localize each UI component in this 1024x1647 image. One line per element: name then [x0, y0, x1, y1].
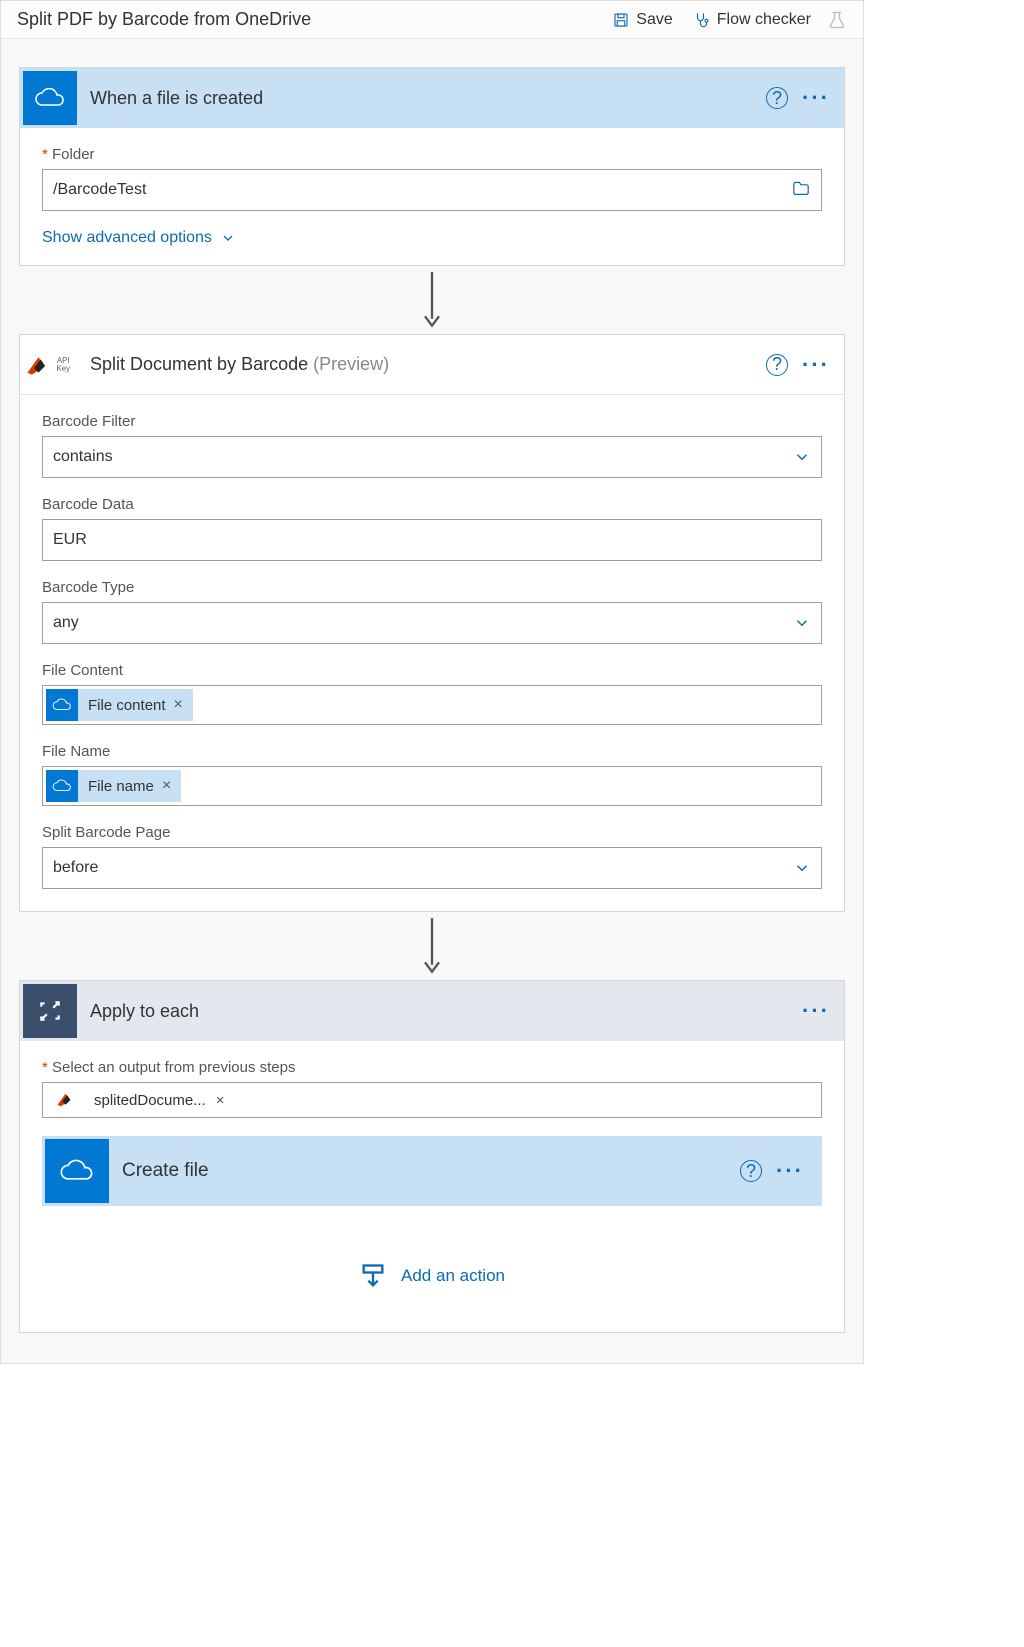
- test-icon[interactable]: [827, 10, 847, 30]
- folder-input[interactable]: /BarcodeTest: [42, 169, 822, 211]
- split-page-label: Split Barcode Page: [42, 824, 822, 841]
- connector-arrow: [19, 266, 845, 334]
- folder-label: * Folder: [42, 146, 822, 163]
- add-action-icon: [359, 1262, 387, 1290]
- barcode-filter-label: Barcode Filter: [42, 413, 822, 430]
- folder-picker-icon[interactable]: [791, 180, 811, 201]
- help-icon[interactable]: ?: [766, 87, 788, 109]
- api-key-icon: [50, 1086, 78, 1114]
- select-output-input[interactable]: splitedDocume... ×: [42, 1082, 822, 1118]
- trigger-header[interactable]: When a file is created ? ···: [20, 68, 844, 128]
- help-icon[interactable]: ?: [740, 1160, 762, 1182]
- preview-tag: (Preview): [313, 354, 389, 374]
- barcode-data-label: Barcode Data: [42, 496, 822, 513]
- remove-token-icon[interactable]: ×: [216, 1092, 225, 1109]
- action-split-barcode: API Key Split Document by Barcode (Previ…: [19, 334, 845, 912]
- more-icon[interactable]: ···: [802, 85, 830, 111]
- file-content-input[interactable]: File content ×: [42, 685, 822, 725]
- foreach-header[interactable]: Apply to each ···: [20, 981, 844, 1041]
- chevron-down-icon: [220, 230, 236, 246]
- splited-document-token[interactable]: splitedDocume... ×: [46, 1086, 224, 1114]
- more-icon[interactable]: ···: [776, 1158, 804, 1184]
- flow-checker-button[interactable]: Flow checker: [693, 11, 811, 29]
- chevron-down-icon: [793, 448, 811, 466]
- create-file-title: Create file: [122, 1160, 740, 1182]
- action1-body: Barcode Filter contains Barcode Data EUR…: [20, 395, 844, 911]
- create-file-header[interactable]: Create file ? ···: [42, 1136, 822, 1206]
- onedrive-icon: [46, 689, 78, 721]
- topbar: Split PDF by Barcode from OneDrive Save …: [1, 1, 863, 39]
- file-name-token[interactable]: File name ×: [78, 770, 181, 802]
- apply-to-each-card: Apply to each ··· * Select an output fro…: [19, 980, 845, 1333]
- save-button[interactable]: Save: [612, 11, 672, 29]
- select-output-label: * Select an output from previous steps: [42, 1059, 822, 1076]
- file-name-label: File Name: [42, 743, 822, 760]
- folder-value: /BarcodeTest: [53, 181, 146, 199]
- file-name-input[interactable]: File name ×: [42, 766, 822, 806]
- foreach-title: Apply to each: [90, 1001, 802, 1022]
- canvas: When a file is created ? ··· * Folder /B…: [1, 39, 863, 1363]
- remove-token-icon[interactable]: ×: [162, 777, 171, 795]
- trigger-card: When a file is created ? ··· * Folder /B…: [19, 67, 845, 266]
- chevron-down-icon: [793, 859, 811, 877]
- onedrive-icon: [45, 1139, 109, 1203]
- onedrive-icon: [23, 71, 77, 125]
- api-key-icon: API Key: [23, 338, 77, 392]
- split-page-select[interactable]: before: [42, 847, 822, 889]
- more-icon[interactable]: ···: [802, 998, 830, 1024]
- barcode-type-select[interactable]: any: [42, 602, 822, 644]
- save-label: Save: [636, 11, 672, 29]
- add-action-button[interactable]: Add an action: [42, 1262, 822, 1290]
- barcode-filter-select[interactable]: contains: [42, 436, 822, 478]
- file-content-label: File Content: [42, 662, 822, 679]
- help-icon[interactable]: ?: [766, 354, 788, 376]
- connector-arrow: [19, 912, 845, 980]
- chevron-down-icon: [793, 614, 811, 632]
- flow-checker-label: Flow checker: [717, 11, 811, 29]
- action1-title: Split Document by Barcode (Preview): [90, 354, 766, 375]
- loop-icon: [23, 984, 77, 1038]
- show-advanced-options[interactable]: Show advanced options: [42, 229, 822, 247]
- barcode-type-label: Barcode Type: [42, 579, 822, 596]
- create-file-card: Create file ? ···: [42, 1136, 822, 1206]
- flow-designer-canvas: Split PDF by Barcode from OneDrive Save …: [0, 0, 864, 1364]
- more-icon[interactable]: ···: [802, 352, 830, 378]
- remove-token-icon[interactable]: ×: [174, 696, 183, 714]
- barcode-data-input[interactable]: EUR: [42, 519, 822, 561]
- stethoscope-icon: [693, 11, 711, 29]
- onedrive-icon: [46, 770, 78, 802]
- file-content-token[interactable]: File content ×: [78, 689, 193, 721]
- save-icon: [612, 11, 630, 29]
- foreach-body: * Select an output from previous steps s…: [20, 1041, 844, 1332]
- trigger-title: When a file is created: [90, 88, 766, 109]
- trigger-body: * Folder /BarcodeTest Show advanced opti…: [20, 128, 844, 265]
- action1-header[interactable]: API Key Split Document by Barcode (Previ…: [20, 335, 844, 395]
- flow-title: Split PDF by Barcode from OneDrive: [17, 9, 592, 30]
